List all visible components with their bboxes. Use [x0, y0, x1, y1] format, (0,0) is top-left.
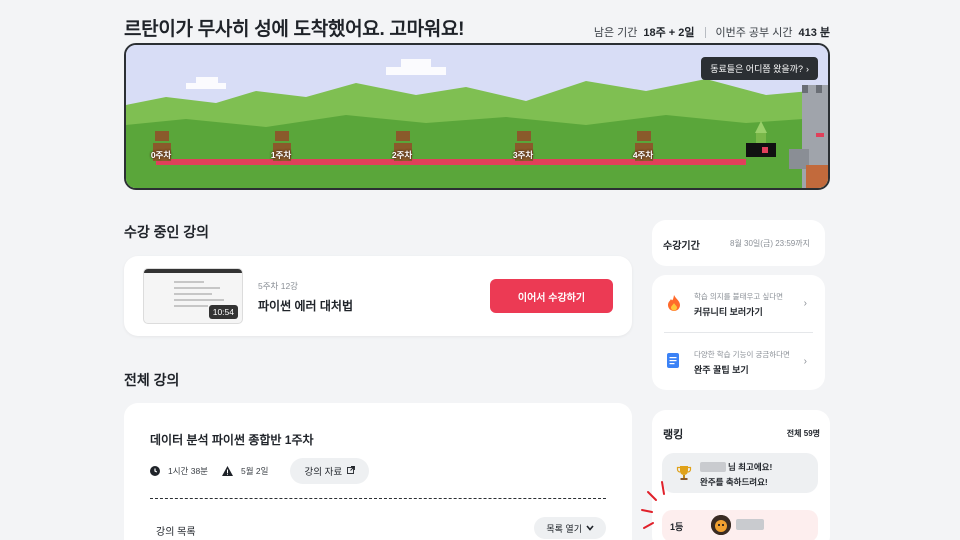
- tips-link[interactable]: 다양한 학습 기능이 궁금하다면 완주 꿀팁 보기 ›: [652, 333, 825, 390]
- congrats-line-2: 완주를 축하드려요!: [700, 477, 768, 487]
- continue-button[interactable]: 이어서 수강하기: [490, 279, 613, 313]
- ranking-title: 랭킹: [663, 429, 684, 441]
- community-link-label: 커뮤니티 보러가기: [694, 307, 763, 317]
- period-value: 8월 30일(금) 23:59까지: [730, 239, 810, 248]
- duration-badge: 10:54: [208, 305, 238, 319]
- congrats-line-1: 님 최고에요!: [728, 462, 773, 472]
- lecture-meta: 5주차 12강: [258, 281, 299, 291]
- period-label: 수강기간: [663, 241, 700, 252]
- week-marker-0: 0주차: [150, 150, 172, 160]
- hidden-name: [736, 519, 764, 530]
- course-meta: 1시간 38분 5월 2일 강의 자료: [150, 458, 370, 484]
- divider: [704, 26, 706, 38]
- remaining-label: 남은 기간: [593, 27, 638, 39]
- open-list-label: 목록 열기: [546, 523, 582, 534]
- chevron-right-icon: ›: [806, 64, 809, 74]
- all-section-title: 전체 강의: [124, 372, 180, 388]
- week-marker-3: 3주차: [512, 150, 534, 160]
- course-card: 데이터 분석 파이썬 종합반 1주차 1시간 38분 5월 2일 강의 자료 강…: [124, 403, 632, 540]
- course-date: 5월 2일: [241, 466, 269, 476]
- community-link[interactable]: 학습 의지를 불태우고 싶다면 커뮤니티 보러가기 ›: [652, 275, 825, 332]
- open-list-button[interactable]: 목록 열기: [534, 517, 606, 539]
- lecture-material-label: 강의 자료: [304, 467, 343, 478]
- current-lecture-card: 10:54 5주차 12강 파이썬 에러 대처법 이어서 수강하기: [124, 256, 632, 336]
- lecture-list-title: 강의 목록: [156, 527, 196, 538]
- page-headline: 르탄이가 무사히 성에 도착했어요. 고마워요!: [124, 19, 465, 40]
- warning-icon: [222, 466, 234, 476]
- lecture-title: 파이썬 에러 대처법: [258, 299, 353, 313]
- week-marker-4: 4주차: [632, 150, 654, 160]
- tips-link-label: 완주 꿀팁 보기: [694, 365, 749, 375]
- sparkle-icon: [641, 481, 665, 529]
- week-marker-2: 2주차: [391, 150, 413, 160]
- peers-tooltip-text: 동료들은 어디쯤 왔을까?: [710, 64, 803, 74]
- ranking-row: 1등: [662, 510, 818, 540]
- week-marker-1: 1주차: [270, 150, 292, 160]
- clock-icon: [150, 466, 160, 476]
- remaining-value: 18주 + 2일: [643, 27, 695, 39]
- document-icon: [667, 353, 679, 373]
- study-time-label: 이번주 공부 시간: [715, 27, 793, 39]
- chevron-right-icon: ›: [803, 298, 807, 309]
- peers-tooltip-button[interactable]: 동료들은 어디쯤 왔을까? ›: [701, 57, 818, 80]
- current-section-title: 수강 중인 강의: [124, 224, 210, 240]
- hidden-name: [700, 462, 726, 472]
- course-time: 1시간 38분: [168, 466, 209, 476]
- external-link-icon: [347, 465, 356, 477]
- tips-link-sub: 다양한 학습 기능이 궁금하다면: [694, 350, 790, 359]
- ranking-total: 전체 59명: [786, 429, 820, 438]
- divider: [150, 498, 606, 499]
- progress-stats: 남은 기간 18주 + 2일 이번주 공부 시간 413 분: [594, 24, 830, 40]
- chevron-down-icon: [586, 523, 594, 533]
- study-time-value: 413 분: [798, 27, 830, 39]
- congrats-message: 님 최고에요! 완주를 축하드려요!: [662, 453, 818, 493]
- lecture-material-button[interactable]: 강의 자료: [290, 458, 370, 484]
- fire-icon: [667, 295, 681, 316]
- community-link-sub: 학습 의지를 불태우고 싶다면: [694, 292, 784, 301]
- chevron-right-icon: ›: [803, 356, 807, 367]
- journey-map: 동료들은 어디쯤 왔을까? › 0주차 1주차 2주차 3주차 4주차: [124, 43, 830, 190]
- course-name: 데이터 분석 파이썬 종합반 1주차: [150, 433, 314, 447]
- enrollment-period-card: 수강기간 8월 30일(금) 23:59까지: [652, 220, 825, 266]
- lecture-thumbnail[interactable]: 10:54: [143, 268, 243, 324]
- avatar: [711, 515, 731, 535]
- links-card: 학습 의지를 불태우고 싶다면 커뮤니티 보러가기 › 다양한 학습 기능이 궁…: [652, 275, 825, 390]
